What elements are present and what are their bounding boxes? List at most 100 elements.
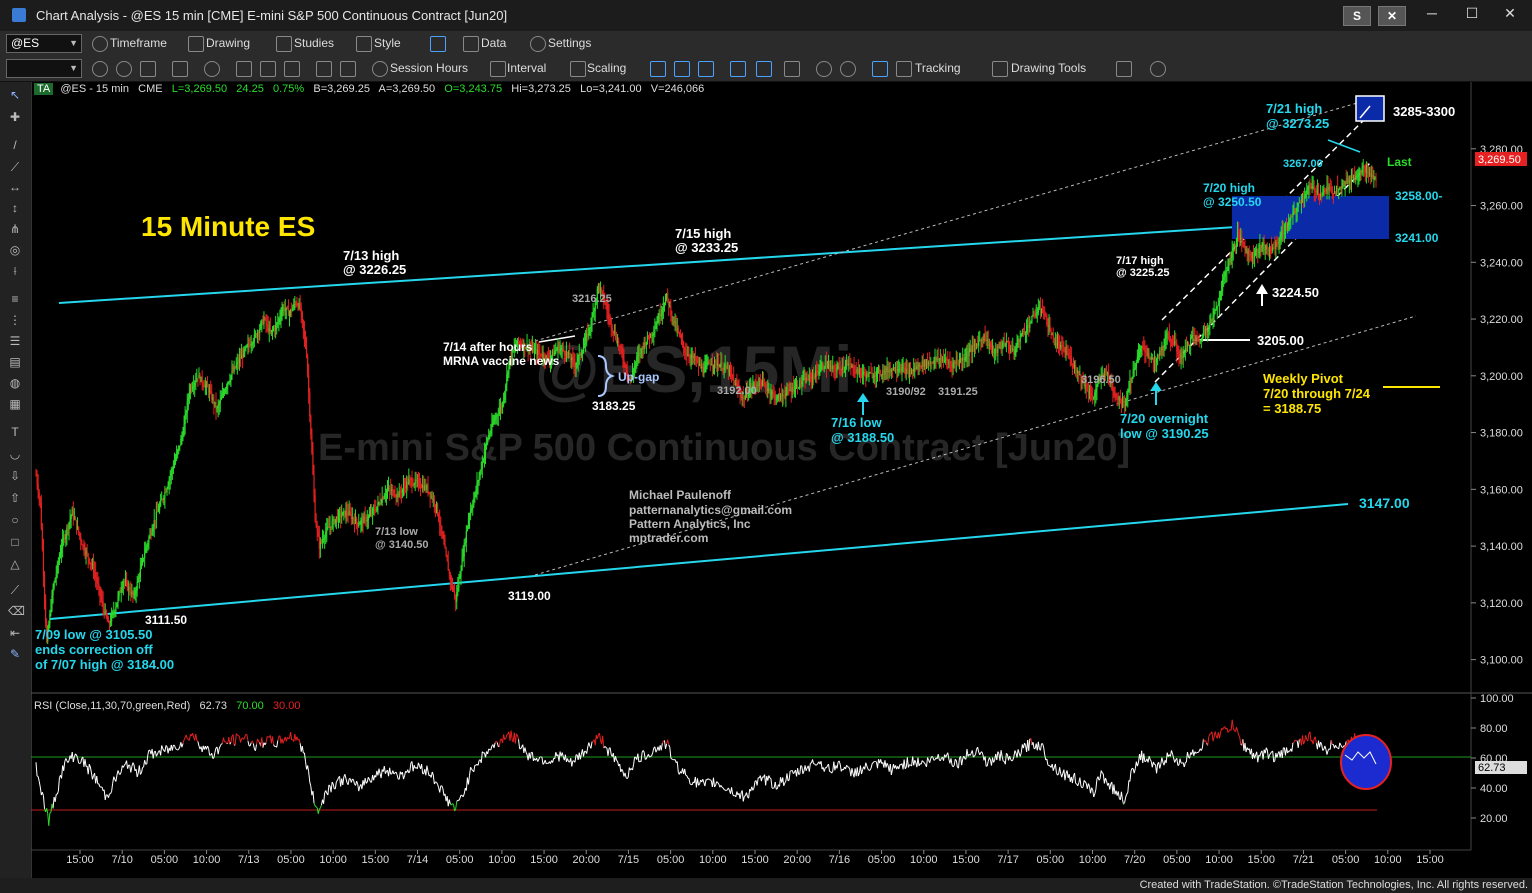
- maximize-button[interactable]: ☐: [1452, 5, 1492, 22]
- tools-icon[interactable]: [316, 61, 332, 77]
- studies-menu[interactable]: Studies: [294, 36, 334, 50]
- rsi-segment: [389, 767, 392, 775]
- candle-body: [560, 348, 562, 350]
- candle-body: [292, 307, 294, 312]
- triangle-icon[interactable]: △: [8, 558, 22, 570]
- camera-icon[interactable]: [236, 61, 252, 77]
- crosshair-icon[interactable]: ✚: [8, 111, 22, 123]
- object-properties-icon[interactable]: ✎: [8, 648, 22, 660]
- fib-retracement-icon[interactable]: ⋮: [8, 314, 22, 326]
- regression-icon[interactable]: ▦: [8, 398, 22, 410]
- export-chart-icon[interactable]: [1116, 61, 1132, 77]
- format-icon[interactable]: [784, 61, 800, 77]
- candle-body: [618, 341, 620, 347]
- x-dropdown-button[interactable]: ✕: [1378, 6, 1406, 26]
- save-icon[interactable]: [260, 61, 276, 77]
- tracking-menu[interactable]: Tracking: [915, 61, 961, 75]
- fib-extension-icon[interactable]: ☰: [8, 335, 22, 347]
- ellipse-icon[interactable]: ○: [8, 514, 22, 526]
- level-3119-label: 3119.00: [508, 589, 551, 603]
- dots-icon[interactable]: [872, 61, 888, 77]
- candle-body: [313, 474, 315, 496]
- refresh-icon[interactable]: [92, 61, 108, 77]
- weekly-pivot-label-3: = 3188.75: [1263, 401, 1321, 416]
- export-icon[interactable]: [172, 61, 188, 77]
- zoom-out-icon[interactable]: [840, 61, 856, 77]
- arc-icon[interactable]: ◡: [8, 448, 22, 460]
- candle-body: [1256, 249, 1258, 252]
- rsi-segment: [80, 758, 83, 763]
- rsi-segment: [769, 777, 772, 780]
- sync-icon[interactable]: [204, 61, 220, 77]
- point-figure-icon[interactable]: [756, 61, 772, 77]
- horizontal-arrows-icon[interactable]: ↔: [8, 181, 22, 193]
- fib-time-icon[interactable]: ▤: [8, 356, 22, 368]
- candle-body: [1233, 243, 1235, 248]
- interval-input[interactable]: ▼: [6, 59, 82, 78]
- rsi-segment: [801, 766, 804, 775]
- drawing-tools-menu[interactable]: Drawing Tools: [1011, 61, 1086, 75]
- rsi-segment: [252, 743, 255, 749]
- trendline-extended-icon[interactable]: ⟋: [8, 161, 22, 173]
- time-tick-label: 20:00: [783, 854, 811, 866]
- fibonacci-icon[interactable]: ≡: [8, 293, 22, 305]
- s-dropdown-button[interactable]: S: [1343, 6, 1371, 26]
- symbol-input[interactable]: @ES ▼: [6, 34, 82, 53]
- rectangle-icon[interactable]: □: [8, 536, 22, 548]
- candle-body: [111, 614, 113, 622]
- price-chart[interactable]: @ES,15Mi E-mini S&P 500 Continuous Contr…: [31, 82, 1532, 878]
- scaling-menu[interactable]: Scaling: [587, 61, 626, 75]
- history-icon[interactable]: [116, 61, 132, 77]
- candle-body: [499, 406, 502, 411]
- high-720-price: @ 3250.50: [1203, 195, 1262, 209]
- data-menu[interactable]: Data: [481, 36, 506, 50]
- candle-body: [417, 480, 420, 482]
- ta-badge[interactable]: TA: [34, 83, 54, 95]
- andrews-pitchfork-icon[interactable]: ⋔: [8, 223, 22, 235]
- rsi-segment: [56, 790, 59, 795]
- candle-body: [1332, 193, 1334, 195]
- candle-body: [676, 328, 678, 330]
- close-button[interactable]: ✕: [1490, 5, 1530, 22]
- arrow-up-icon[interactable]: ⇧: [8, 492, 22, 504]
- cycle-icon[interactable]: ◎: [8, 244, 22, 256]
- candle-body: [608, 314, 610, 317]
- eraser-icon[interactable]: ⌫: [8, 605, 25, 617]
- chat-icon[interactable]: [1150, 61, 1166, 77]
- candle-body: [575, 363, 577, 368]
- calendar-icon[interactable]: [140, 61, 156, 77]
- cursor-icon[interactable]: ↖: [8, 89, 22, 101]
- ruler-icon[interactable]: ⟋: [8, 584, 22, 596]
- candle-body: [507, 371, 509, 375]
- hollow-candle-icon[interactable]: [698, 61, 714, 77]
- print-icon[interactable]: [284, 61, 300, 77]
- candle-body: [58, 557, 61, 563]
- vertical-arrows-icon[interactable]: ↕: [8, 202, 22, 214]
- trendline-icon[interactable]: /: [8, 139, 22, 151]
- timeframe-menu[interactable]: Timeframe: [110, 36, 167, 50]
- drawing-menu[interactable]: Drawing: [206, 36, 250, 50]
- session-hours-menu[interactable]: Session Hours: [390, 61, 468, 75]
- arrow-down-icon[interactable]: ⇩: [8, 470, 22, 482]
- candle-body: [1271, 247, 1273, 251]
- zoom-in-icon[interactable]: [816, 61, 832, 77]
- link-icon[interactable]: [430, 36, 446, 52]
- delete-drawings-icon[interactable]: ⇤: [8, 627, 22, 639]
- text-icon[interactable]: T: [8, 426, 22, 438]
- rsi-segment: [301, 745, 304, 754]
- gann-fan-icon[interactable]: ◍: [8, 377, 22, 389]
- candle-body: [871, 372, 873, 378]
- rsi-segment: [174, 745, 177, 749]
- interval-menu[interactable]: Interval: [507, 61, 546, 75]
- settings-menu[interactable]: Settings: [548, 36, 591, 50]
- rsi-segment: [192, 733, 195, 738]
- candle-icon[interactable]: [674, 61, 690, 77]
- line-chart-icon[interactable]: [730, 61, 746, 77]
- candle-body: [692, 354, 694, 358]
- grid-icon[interactable]: [340, 61, 356, 77]
- bar-chart-icon[interactable]: [650, 61, 666, 77]
- candle-body: [377, 502, 379, 507]
- speed-line-icon[interactable]: ⟊: [8, 265, 22, 277]
- style-menu[interactable]: Style: [374, 36, 401, 50]
- minimize-button[interactable]: ─: [1412, 5, 1452, 21]
